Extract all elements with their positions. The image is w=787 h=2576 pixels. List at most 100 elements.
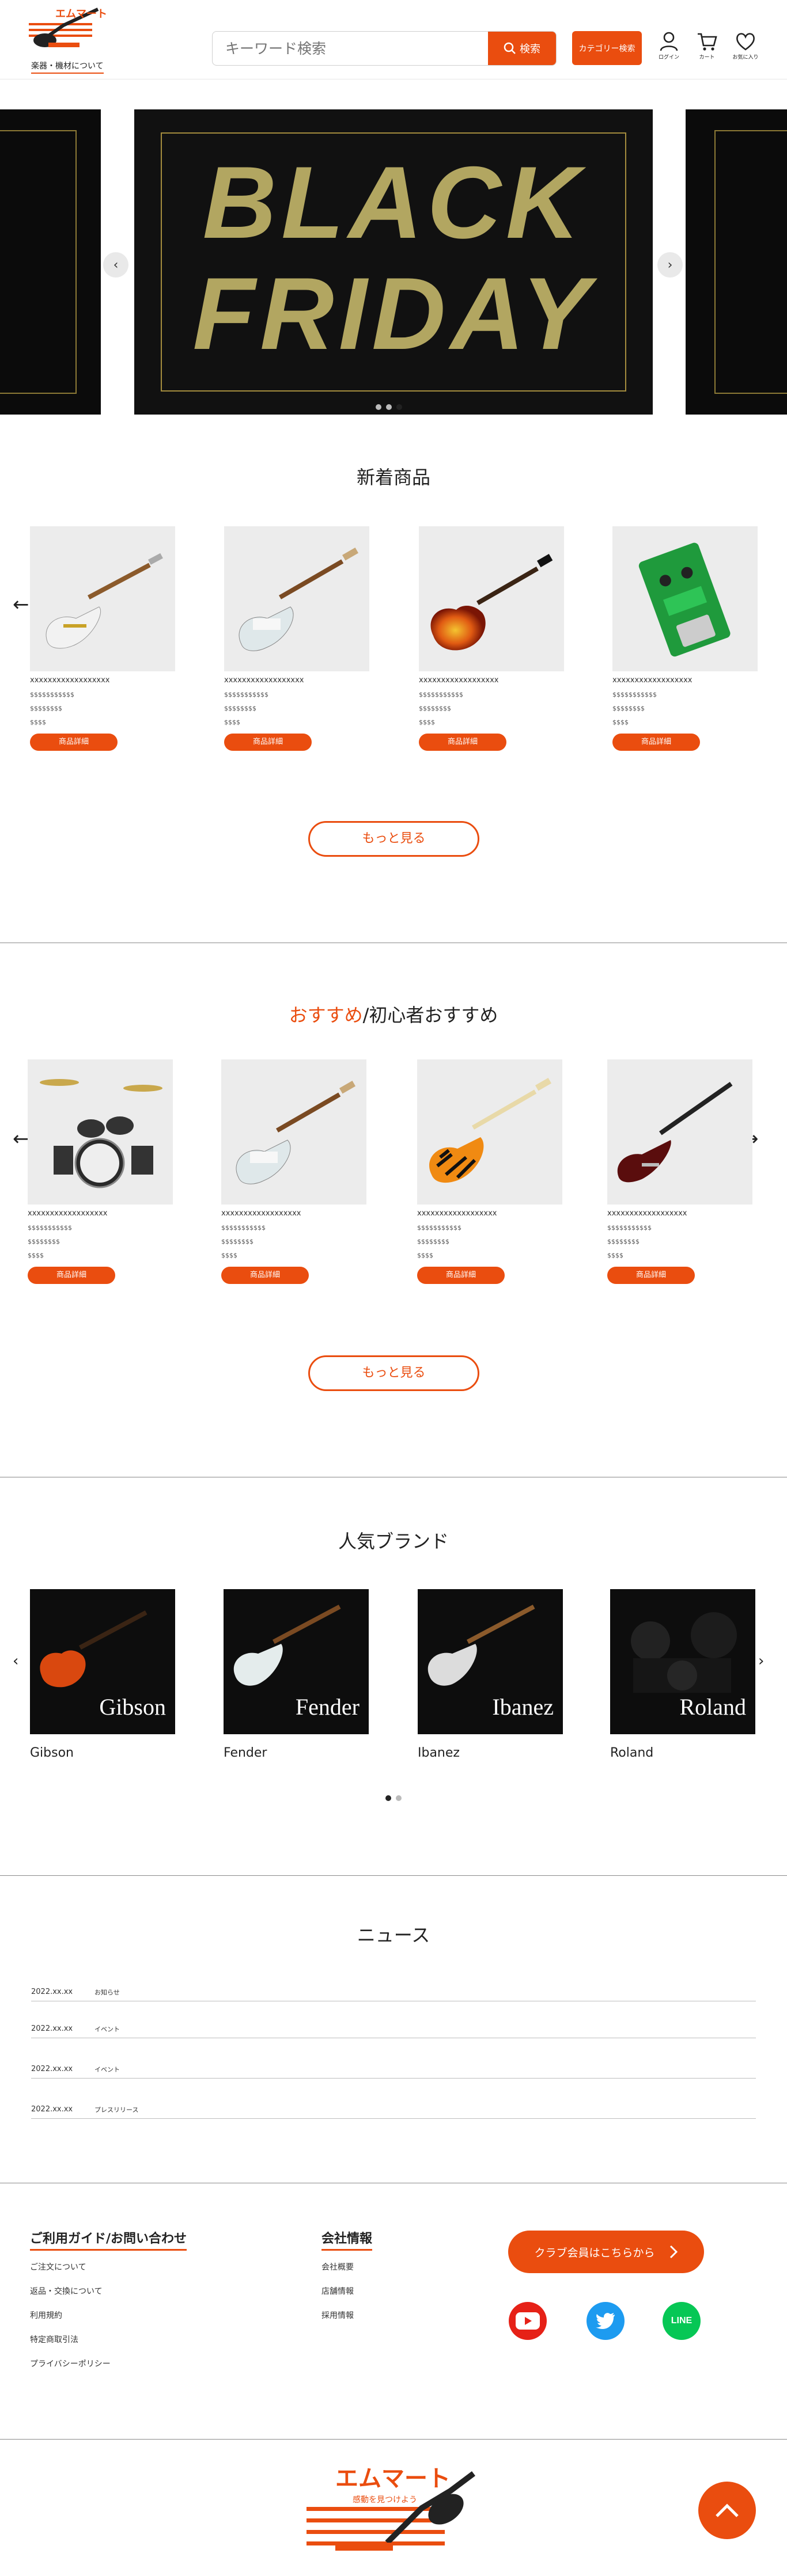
brand-image[interactable]: Ibanez: [418, 1589, 563, 1734]
user-icon: [660, 32, 678, 51]
product-image[interactable]: [419, 526, 564, 671]
category-search-button[interactable]: カテゴリー検索: [572, 31, 642, 65]
svg-text:エムマート: エムマート: [335, 2465, 451, 2492]
line-link[interactable]: LINE: [663, 2302, 701, 2340]
product-card[interactable]: xxxxxxxxxxxxxxxxxx $$$$$$$$$$$ $$$$$$$$ …: [30, 526, 175, 751]
product-detail-button[interactable]: 商品詳細: [417, 1267, 505, 1284]
product-card[interactable]: xxxxxxxxxxxxxxxxxx $$$$$$$$$$$ $$$$$$$$ …: [224, 526, 369, 751]
product-title[interactable]: xxxxxxxxxxxxxxxxxx: [221, 1209, 366, 1218]
hero-dot-active[interactable]: [396, 404, 402, 410]
brand-image[interactable]: Roland: [610, 1589, 755, 1734]
favorites-button[interactable]: お気に入り: [732, 31, 759, 66]
product-detail-button[interactable]: 商品詳細: [612, 734, 700, 751]
brands-prev-arrow[interactable]: ‹: [13, 1652, 18, 1670]
product-detail-button[interactable]: 商品詳細: [224, 734, 312, 751]
svg-text:感動を見つけよう: 感動を見つけよう: [353, 2495, 417, 2505]
product-card[interactable]: xxxxxxxxxxxxxxxxxx $$$$$$$$$$$ $$$$$$$$ …: [28, 1059, 173, 1284]
product-card[interactable]: xxxxxxxxxxxxxxxxxx $$$$$$$$$$$ $$$$$$$$ …: [607, 1059, 752, 1284]
hero-slide-next[interactable]: [686, 109, 787, 415]
product-image[interactable]: [30, 526, 175, 671]
product-detail-button[interactable]: 商品詳細: [221, 1267, 309, 1284]
product-title[interactable]: xxxxxxxxxxxxxxxxxx: [224, 676, 369, 685]
product-image[interactable]: [612, 526, 758, 671]
brand-card-gibson[interactable]: Gibson Gibson: [30, 1589, 175, 1760]
recommend-more-button[interactable]: もっと見る: [308, 1355, 479, 1391]
product-detail-button[interactable]: 商品詳細: [419, 734, 506, 751]
hero-dot[interactable]: [386, 404, 392, 410]
recommend-prev-arrow[interactable]: ←: [13, 1127, 29, 1150]
product-title[interactable]: xxxxxxxxxxxxxxxxxx: [419, 676, 564, 685]
arrow-left-icon: ←: [13, 593, 29, 616]
brand-image[interactable]: Gibson: [30, 1589, 175, 1734]
news-item[interactable]: 2022.xx.xx お知らせ: [31, 1981, 756, 2001]
brands-dot-active[interactable]: [385, 1795, 391, 1801]
brand-image[interactable]: Fender: [224, 1589, 369, 1734]
youtube-link[interactable]: [509, 2302, 547, 2340]
product-card[interactable]: xxxxxxxxxxxxxxxxxx $$$$$$$$$$$ $$$$$$$$ …: [221, 1059, 366, 1284]
news-item[interactable]: 2022.xx.xx プレスリリース: [31, 2098, 756, 2119]
product-card[interactable]: xxxxxxxxxxxxxxxxxx $$$$$$$$$$$ $$$$$$$$ …: [419, 526, 564, 751]
footer-link[interactable]: 会社概要: [321, 2261, 372, 2273]
brands-title: 人気ブランド: [338, 1530, 449, 1552]
new-products-more-button[interactable]: もっと見る: [308, 821, 479, 857]
arrow-left-icon: ←: [13, 1127, 29, 1150]
brand-name[interactable]: Gibson: [30, 1746, 175, 1760]
new-products-prev-arrow[interactable]: ←: [13, 593, 29, 616]
hero-prev-button[interactable]: ‹: [103, 252, 128, 278]
twitter-link[interactable]: [587, 2302, 625, 2340]
brands-dot[interactable]: [396, 1795, 402, 1801]
hero-dot[interactable]: [376, 404, 381, 410]
brand-name[interactable]: Fender: [224, 1746, 369, 1760]
product-price: $$$$: [221, 1252, 237, 1259]
cart-button[interactable]: カート: [693, 31, 721, 66]
brand-name[interactable]: Roland: [610, 1746, 755, 1760]
product-image[interactable]: [417, 1059, 562, 1205]
footer-link[interactable]: 利用規約: [30, 2309, 187, 2321]
search-button[interactable]: 検索: [488, 32, 556, 65]
news-date: 2022.xx.xx: [31, 1988, 73, 1996]
product-detail-button[interactable]: 商品詳細: [28, 1267, 115, 1284]
product-image[interactable]: [607, 1059, 752, 1205]
footer-logo[interactable]: エムマート 感動を見つけよう: [301, 2456, 485, 2560]
product-title[interactable]: xxxxxxxxxxxxxxxxxx: [417, 1209, 562, 1218]
product-price: $$$$: [607, 1252, 623, 1259]
product-title[interactable]: xxxxxxxxxxxxxxxxxx: [30, 676, 175, 685]
footer-link[interactable]: 採用情報: [321, 2309, 372, 2321]
product-price: $$$$: [30, 719, 46, 726]
product-title[interactable]: xxxxxxxxxxxxxxxxxx: [607, 1209, 752, 1218]
brand-card-ibanez[interactable]: Ibanez Ibanez: [418, 1589, 563, 1760]
product-image[interactable]: [224, 526, 369, 671]
favorites-label: お気に入り: [732, 55, 759, 60]
product-card[interactable]: xxxxxxxxxxxxxxxxxx $$$$$$$$$$$ $$$$$$$$ …: [417, 1059, 562, 1284]
brands-next-arrow[interactable]: ›: [758, 1652, 764, 1670]
hero-next-button[interactable]: ›: [657, 252, 683, 278]
club-member-button[interactable]: クラブ会員はこちらから: [508, 2231, 704, 2273]
login-button[interactable]: ログイン: [655, 31, 683, 66]
site-logo[interactable]: エムマート: [29, 6, 109, 55]
product-title[interactable]: xxxxxxxxxxxxxxxxxx: [28, 1209, 173, 1218]
product-title[interactable]: xxxxxxxxxxxxxxxxxx: [612, 676, 758, 685]
footer-link[interactable]: ご注文について: [30, 2261, 187, 2273]
hero-slide-main[interactable]: BLACK FRIDAY: [134, 109, 653, 415]
product-image[interactable]: [221, 1059, 366, 1205]
footer-link[interactable]: 返品・交換について: [30, 2285, 187, 2297]
about-instruments-link[interactable]: 楽器・機材について: [31, 60, 104, 74]
product-detail-button[interactable]: 商品詳細: [607, 1267, 695, 1284]
footer-link[interactable]: 特定商取引法: [30, 2334, 187, 2345]
brand-card-roland[interactable]: Roland Roland: [610, 1589, 755, 1760]
news-date: 2022.xx.xx: [31, 2024, 73, 2033]
news-item[interactable]: 2022.xx.xx イベント: [31, 2018, 756, 2038]
hero-slide-prev[interactable]: [0, 109, 101, 415]
product-detail-button[interactable]: 商品詳細: [30, 734, 118, 751]
brand-name[interactable]: Ibanez: [418, 1746, 563, 1760]
back-to-top-button[interactable]: [698, 2482, 756, 2539]
product-image[interactable]: [28, 1059, 173, 1205]
product-card[interactable]: xxxxxxxxxxxxxxxxxx $$$$$$$$$$$ $$$$$$$$ …: [612, 526, 758, 751]
brand-card-fender[interactable]: Fender Fender: [224, 1589, 369, 1760]
news-item[interactable]: 2022.xx.xx イベント: [31, 2058, 756, 2079]
search-input[interactable]: [213, 32, 489, 65]
footer-link[interactable]: 店舗情報: [321, 2285, 372, 2297]
footer-link[interactable]: プライバシーポリシー: [30, 2358, 187, 2369]
chevron-right-icon: ›: [667, 257, 673, 272]
svg-text:エムマート: エムマート: [55, 8, 107, 20]
